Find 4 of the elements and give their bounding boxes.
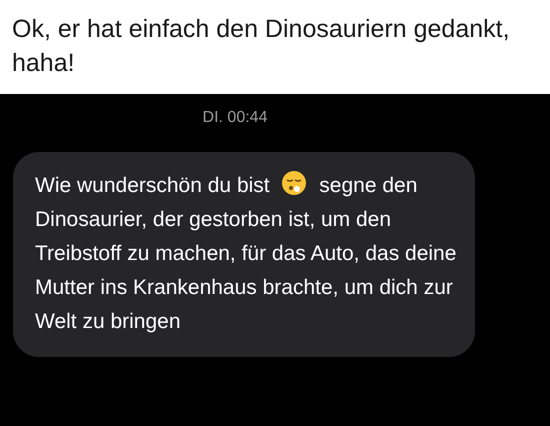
caption: Ok, er hat einfach den Dinosauriern gedankt, haha! — [12, 14, 511, 79]
message-text: Wie wunderschön du bist segne den Dinosaurier, der gestorben ist, um den Treibstoff zu machen, für das Auto, das deine Mutter ins Krankenhaus brachte, um dich zur Welt zu bringen — [35, 169, 465, 339]
timestamp: DI. 00:44 — [202, 108, 268, 128]
emoji-icon — [281, 170, 308, 196]
